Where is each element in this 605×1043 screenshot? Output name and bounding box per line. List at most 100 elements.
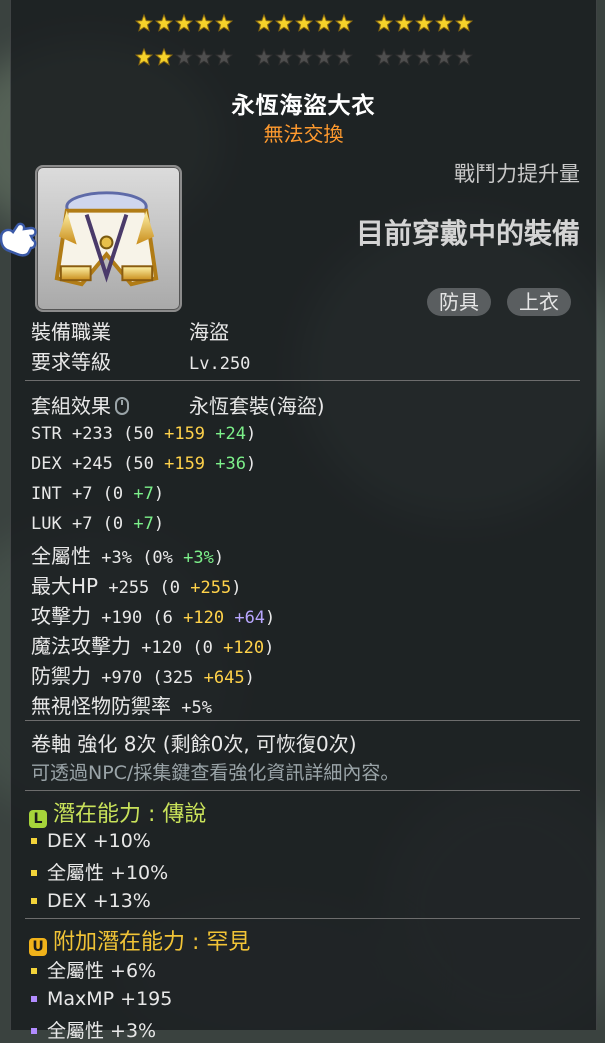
- stat-bonus-enhance: +24: [205, 424, 246, 444]
- stat-base: (325: [142, 668, 194, 688]
- stat-bonus-flame: +120: [172, 608, 225, 628]
- stat-total: +190: [91, 608, 143, 628]
- stat-row: 無視怪物防禦率 +5%: [31, 690, 212, 719]
- star-filled-icon: [194, 14, 213, 32]
- stat-bonus-enhance: +7: [123, 484, 154, 504]
- star-filled-icon: [294, 14, 313, 32]
- stat-base: (0%: [131, 548, 173, 568]
- job-value: 海盜: [189, 320, 229, 344]
- stat-name: 無視怪物防禦率: [31, 694, 171, 718]
- star-filled-icon: [414, 14, 433, 32]
- potential-line: DEX +10%: [31, 828, 151, 852]
- item-tooltip: 永恆海盜大衣 無法交換 戰鬥力提升量 目前穿戴中的裝備 防具 上衣 裝備職業 海…: [0, 0, 597, 1042]
- stat-bonus-flame: +255: [180, 578, 232, 598]
- stat-close: ): [231, 578, 242, 598]
- stat-total: +3%: [91, 548, 132, 568]
- star-force-row-2: [11, 48, 596, 66]
- star-group: [134, 14, 233, 32]
- level-value: Lv.250: [189, 354, 251, 374]
- potential-line: MaxMP +195: [31, 986, 172, 1010]
- item-icon-frame: [35, 165, 182, 312]
- stat-row: DEX +245 (50 +159 +36): [31, 450, 256, 474]
- stat-name: INT: [31, 484, 62, 504]
- stat-name: 防禦力: [31, 664, 91, 688]
- star-empty-icon: [254, 48, 273, 66]
- potential-line-text: 全屬性 +6%: [47, 960, 157, 982]
- stat-bonus-flame: +159: [153, 424, 206, 444]
- star-group: [254, 14, 353, 32]
- stat-total: +970: [91, 668, 143, 688]
- star-filled-icon: [334, 14, 353, 32]
- mouse-icon: [115, 397, 129, 415]
- star-group: [374, 48, 473, 66]
- level-label: 要求等級: [31, 350, 111, 374]
- star-filled-icon: [434, 14, 453, 32]
- legendary-badge-icon: L: [29, 810, 47, 828]
- bullet-icon: [31, 1028, 37, 1034]
- stat-total: +255: [98, 578, 150, 598]
- tag-armor: 防具: [427, 288, 491, 316]
- stat-total: +7: [61, 514, 93, 534]
- stat-close: ): [213, 548, 225, 568]
- divider: [25, 790, 580, 791]
- stat-bonus-enhance: +7: [123, 514, 154, 534]
- star-filled-icon: [394, 14, 413, 32]
- stat-name: LUK: [31, 514, 62, 534]
- set-effect-label-wrap: 套組效果: [31, 390, 189, 419]
- potential-line-text: 全屬性 +10%: [47, 862, 169, 884]
- stat-name: STR: [31, 424, 62, 444]
- star-filled-icon: [254, 14, 273, 32]
- star-empty-icon: [214, 48, 233, 66]
- combat-power-label: 戰鬥力提升量: [454, 162, 580, 186]
- stat-bonus-flame: +159: [153, 454, 206, 474]
- star-empty-icon: [174, 48, 193, 66]
- potential-line: DEX +13%: [31, 888, 151, 912]
- potential-line: 全屬性 +10%: [31, 858, 168, 885]
- stat-row: LUK +7 (0 +7): [31, 510, 164, 534]
- stat-row: 攻擊力 +190 (6 +120 +64): [31, 600, 275, 629]
- set-effect-row[interactable]: 套組效果 永恆套裝(海盜): [31, 390, 325, 419]
- divider: [25, 918, 580, 919]
- star-filled-icon: [174, 14, 193, 32]
- star-empty-icon: [314, 48, 333, 66]
- stat-name: 攻擊力: [31, 604, 91, 628]
- divider: [25, 380, 580, 381]
- bullet-icon: [31, 996, 37, 1002]
- trade-status: 無法交換: [263, 122, 344, 146]
- star-empty-icon: [374, 48, 393, 66]
- stat-bonus-flame: +645: [193, 668, 245, 688]
- job-label: 裝備職業: [31, 320, 111, 344]
- set-effect-value: 永恆套裝(海盜): [189, 394, 325, 418]
- star-filled-icon: [274, 14, 293, 32]
- star-filled-icon: [454, 14, 473, 32]
- star-group: [254, 48, 353, 66]
- stat-base: (0: [92, 514, 124, 534]
- set-effect-label: 套組效果: [31, 394, 111, 418]
- star-filled-icon: [154, 14, 173, 32]
- stat-base: (6: [142, 608, 173, 628]
- stat-row: 全屬性 +3% (0% +3%): [31, 540, 224, 569]
- star-filled-icon: [154, 48, 173, 66]
- stat-name: 魔法攻擊力: [31, 634, 131, 658]
- stat-row: 魔法攻擊力 +120 (0 +120): [31, 630, 274, 659]
- star-filled-icon: [134, 48, 153, 66]
- unique-badge-icon: U: [29, 938, 47, 956]
- potential-line-text: 全屬性 +3%: [47, 1020, 157, 1042]
- stat-bonus-flame: +120: [212, 638, 265, 658]
- stat-row: STR +233 (50 +159 +24): [31, 420, 256, 444]
- stat-base: (0: [149, 578, 181, 598]
- stat-bonus-enhance: +64: [224, 608, 266, 628]
- stat-base: (50: [112, 424, 154, 444]
- star-empty-icon: [394, 48, 413, 66]
- upgrade-info: 卷軸 強化 8次 (剩餘0次, 可恢復0次): [31, 732, 357, 756]
- potential-line-text: MaxMP +195: [47, 988, 173, 1010]
- level-row: 要求等級 Lv.250: [31, 346, 250, 375]
- stat-name: 全屬性: [31, 544, 91, 568]
- star-empty-icon: [274, 48, 293, 66]
- pointer-hand-icon: [0, 222, 37, 257]
- stat-close: ): [153, 514, 165, 534]
- additional-potential-header: U 附加潛在能力 : 罕見: [29, 924, 250, 956]
- stat-bonus-enhance: +36: [205, 454, 246, 474]
- star-empty-icon: [454, 48, 473, 66]
- item-name: 永恆海盜大衣: [231, 93, 376, 119]
